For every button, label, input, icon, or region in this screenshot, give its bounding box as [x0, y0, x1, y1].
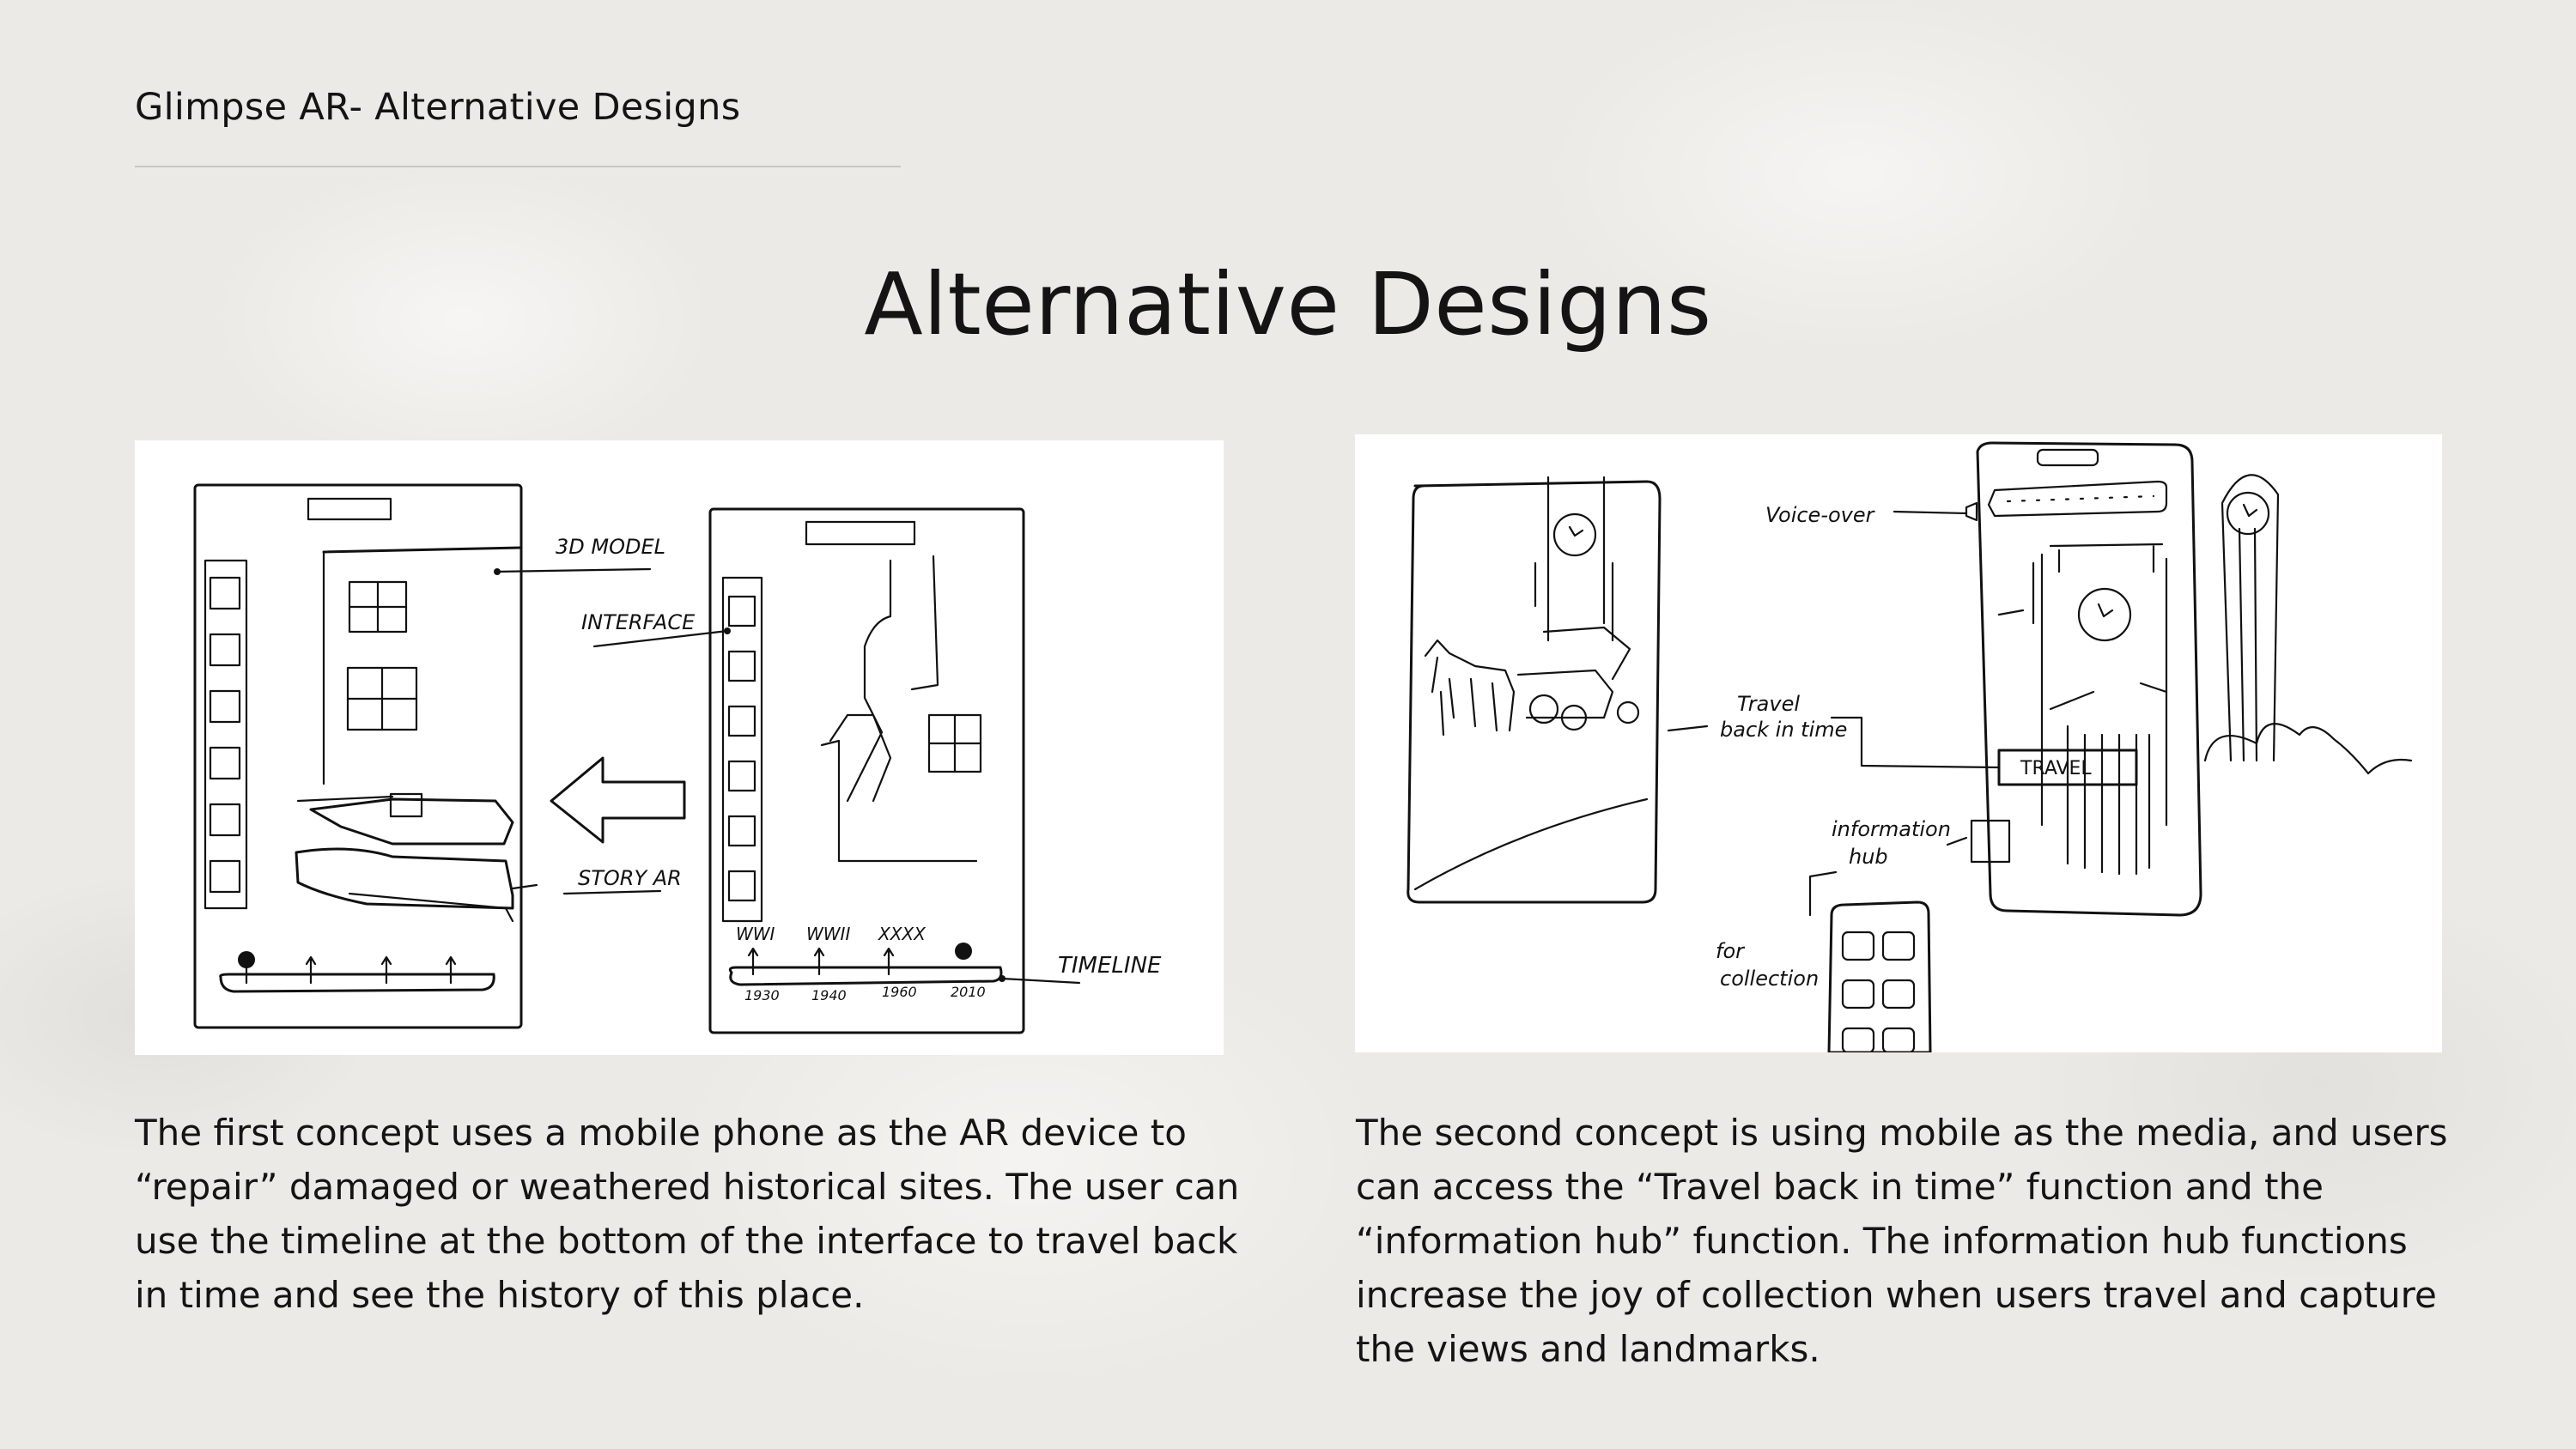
label-info-1: information	[1832, 817, 1951, 841]
voice-over-bar	[1987, 480, 2168, 518]
label-timeline: TIMELINE	[1058, 953, 1162, 979]
label-era-1: WWI	[736, 924, 775, 944]
concept-1-sketch-drawing: 3D MODEL STORY AR INTERFACE WWI WWII XXX…	[193, 483, 1162, 1034]
concept-1-sketch: 3D MODEL STORY AR INTERFACE WWI WWII XXX…	[135, 440, 1224, 1055]
cloud-outline	[2203, 723, 2413, 775]
label-info-2: hub	[1849, 845, 1888, 869]
page-title: Alternative Designs	[864, 254, 1712, 355]
label-3d-model: 3D MODEL	[556, 535, 665, 559]
label-era-2: WWII	[806, 924, 850, 944]
phone-speaker	[307, 497, 392, 521]
label-year-2: 1940	[811, 987, 847, 1003]
horse-carriage	[1424, 626, 1640, 737]
label-year-3: 1960	[882, 984, 917, 1000]
header-title: Glimpse AR- Alternative Designs	[135, 86, 741, 129]
label-collect-2: collection	[1720, 967, 1819, 991]
label-year-4: 2010	[951, 984, 986, 1000]
label-story-ar: STORY AR	[578, 866, 682, 890]
transform-arrow	[550, 756, 686, 844]
label-collect-1: for	[1716, 939, 1746, 963]
right-tower	[2221, 474, 2280, 762]
label-travel-2: back in time	[1720, 718, 1847, 742]
label-interface: INTERFACE	[581, 610, 696, 634]
concept-1-description: The first concept uses a mobile phone as…	[135, 1112, 1240, 1316]
label-era-3: XXXX	[878, 924, 927, 944]
header-divider	[135, 166, 901, 167]
building-roof	[322, 546, 523, 554]
travel-button-label: TRAVEL	[2020, 758, 2092, 779]
phone-outline	[193, 483, 523, 1029]
tank-model	[295, 792, 514, 923]
phone-speaker-2	[2036, 448, 2099, 467]
timeline-bar-2	[728, 966, 1003, 986]
label-travel-1: Travel	[1737, 692, 1800, 716]
label-voice-over: Voice-over	[1765, 503, 1876, 527]
timeline-bar	[219, 973, 495, 993]
concept-2-description: The second concept is using mobile as th…	[1356, 1112, 2448, 1370]
ground-line	[1413, 797, 1649, 891]
speaker-icon	[1965, 501, 1978, 522]
concept-2-sketch: Voice-over TRAVEL Travel back in time in…	[1355, 434, 2442, 1052]
label-year-1: 1930	[744, 987, 780, 1003]
concept-2-sketch-drawing: Voice-over TRAVEL Travel back in time in…	[1406, 441, 2413, 1052]
phone-outline	[1406, 480, 1662, 904]
thumbnail-strip	[204, 559, 248, 910]
